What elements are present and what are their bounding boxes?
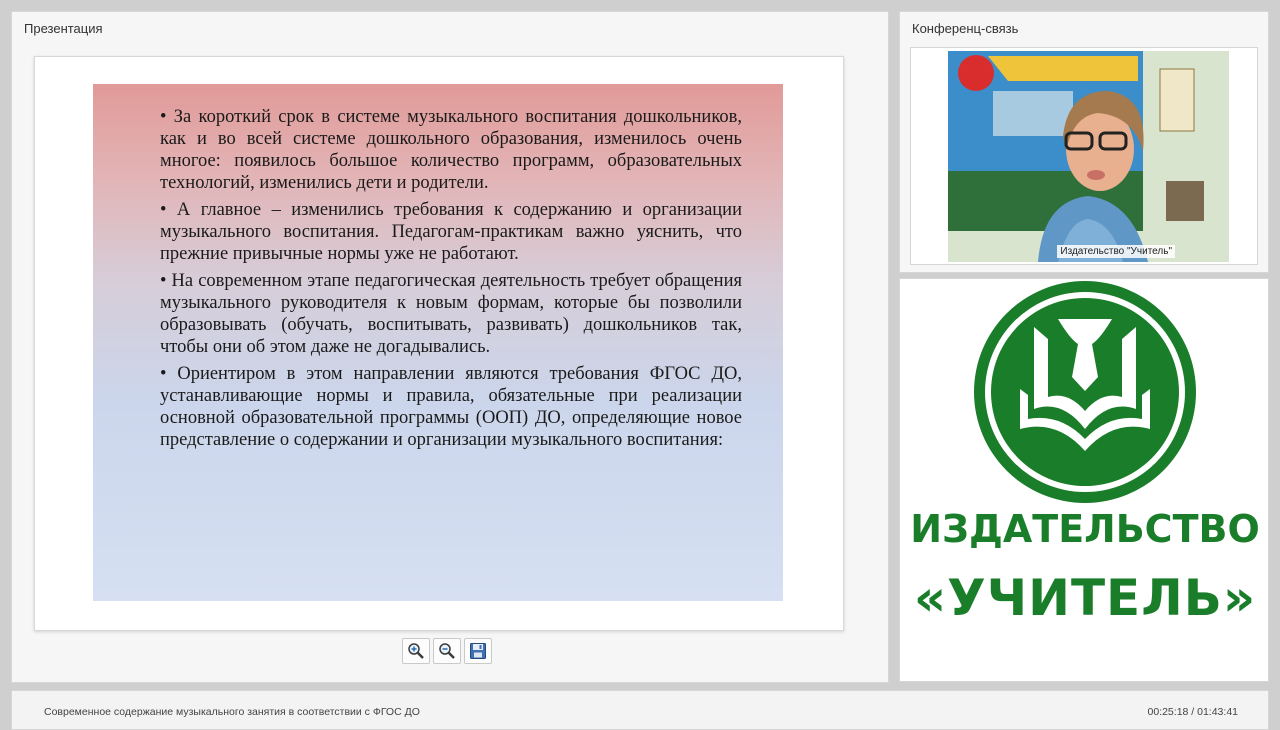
conference-panel-title: Конференц-связь	[912, 21, 1019, 36]
save-icon	[470, 643, 486, 659]
publisher-logo-icon	[974, 281, 1196, 503]
zoom-out-icon	[439, 643, 455, 659]
slide-toolbar	[402, 638, 492, 668]
webinar-title: Современное содержание музыкального заня…	[44, 706, 420, 718]
presentation-panel-title: Презентация	[24, 21, 103, 36]
speaker-video	[948, 51, 1229, 262]
zoom-in-icon	[408, 643, 424, 659]
zoom-in-button[interactable]	[402, 638, 430, 664]
slide-bullet-list: • За короткий срок в системе музыкальног…	[160, 106, 742, 456]
slide-frame: • За короткий срок в системе музыкальног…	[34, 56, 844, 631]
publisher-logo-panel: ИЗДАТЕЛЬСТВО «УЧИТЕЛЬ»	[899, 278, 1269, 682]
slide-bullet: • Ориентиром в этом направлении являются…	[160, 364, 742, 450]
bottom-bar: Современное содержание музыкального заня…	[11, 690, 1269, 730]
presentation-panel: Презентация • За короткий срок в системе…	[11, 11, 889, 683]
publisher-brand: «УЧИТЕЛЬ»	[913, 569, 1257, 627]
video-frame: Издательство "Учитель"	[910, 47, 1258, 265]
save-button[interactable]	[464, 638, 492, 664]
playback-time: 00:25:18 / 01:43:41	[1147, 706, 1239, 718]
zoom-out-button[interactable]	[433, 638, 461, 664]
slide-bullet: • За короткий срок в системе музыкальног…	[160, 107, 742, 193]
slide-bullet: • На современном этапе педагогическая де…	[160, 271, 742, 357]
slide-bullet: • А главное – изменились требования к со…	[160, 200, 742, 264]
conference-panel: Конференц-связь Издательство "Учитель"	[899, 11, 1269, 273]
publisher-name: ИЗДАТЕЛЬСТВО	[910, 507, 1260, 551]
speaker-caption: Издательство "Учитель"	[1057, 245, 1175, 258]
speaker-video-image	[948, 51, 1229, 262]
slide: • За короткий срок в системе музыкальног…	[93, 84, 783, 601]
